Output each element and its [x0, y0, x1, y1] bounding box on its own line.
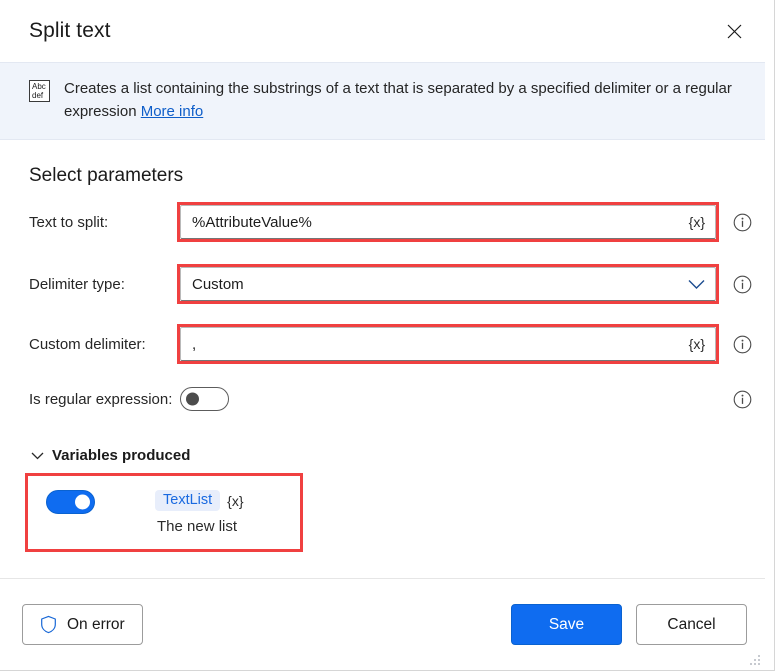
info-icon-custom-delimiter[interactable]	[733, 335, 752, 354]
highlight-box-text-to-split: %AttributeValue% {x}	[180, 205, 716, 239]
close-icon[interactable]	[712, 11, 756, 51]
cancel-button-label: Cancel	[667, 616, 715, 634]
info-icon-is-regular-expression[interactable]	[733, 390, 752, 409]
split-text-dialog: Split text Abc def Creates a list contai…	[0, 0, 775, 671]
param-row-is-regular-expression: Is regular expression:	[29, 387, 765, 411]
input-custom-delimiter-value: ,	[192, 336, 683, 353]
variable-name-row: TextList {x}	[155, 490, 244, 511]
chevron-down-icon[interactable]	[688, 279, 705, 290]
dialog-footer: On error Save Cancel	[0, 578, 765, 670]
toggle-variable-textlist[interactable]	[46, 490, 95, 514]
label-custom-delimiter: Custom delimiter:	[29, 336, 180, 353]
page-title: Split text	[29, 19, 712, 43]
variables-produced-header[interactable]: Variables produced	[31, 447, 765, 464]
description-text-wrap: Creates a list containing the substrings…	[64, 77, 741, 123]
chevron-down-icon-variables-produced[interactable]	[31, 452, 44, 460]
variables-produced-label: Variables produced	[52, 447, 190, 464]
highlight-box-custom-delimiter: , {x}	[180, 327, 716, 361]
dialog-titlebar: Split text	[0, 0, 774, 62]
label-is-regular-expression: Is regular expression:	[29, 391, 180, 408]
variable-details: TextList {x} The new list	[155, 490, 244, 535]
highlight-box-variables-produced: TextList {x} The new list	[28, 476, 300, 549]
variable-picker-icon-textlist[interactable]: {x}	[227, 493, 243, 509]
select-delimiter-type[interactable]: Custom	[180, 267, 716, 301]
on-error-button-label: On error	[67, 616, 125, 634]
label-delimiter-type: Delimiter type:	[29, 276, 180, 293]
save-button[interactable]: Save	[511, 604, 622, 645]
input-custom-delimiter[interactable]: , {x}	[180, 327, 716, 361]
abc-def-text-icon: Abc def	[29, 80, 50, 102]
dialog-body: Select parameters Text to split: %Attrib…	[0, 140, 774, 578]
variable-description: The new list	[157, 518, 237, 535]
input-text-to-split[interactable]: %AttributeValue% {x}	[180, 205, 716, 239]
shield-icon	[40, 615, 57, 634]
cancel-button[interactable]: Cancel	[636, 604, 747, 645]
toggle-is-regular-expression[interactable]	[180, 387, 229, 411]
section-title-select-parameters: Select parameters	[29, 165, 765, 187]
select-delimiter-type-value: Custom	[192, 276, 688, 293]
variable-name-chip[interactable]: TextList	[155, 490, 220, 511]
variable-picker-icon-custom-delimiter[interactable]: {x}	[683, 336, 705, 352]
highlight-box-delimiter-type: Custom	[180, 267, 716, 301]
resize-grip[interactable]	[748, 654, 761, 667]
variable-picker-icon-text-to-split[interactable]: {x}	[683, 214, 705, 230]
abc-def-icon-line1: Abc	[32, 82, 49, 91]
param-row-text-to-split: Text to split: %AttributeValue% {x}	[29, 205, 765, 239]
field-is-regular-expression	[180, 387, 716, 411]
save-button-label: Save	[549, 616, 584, 634]
input-text-to-split-value: %AttributeValue%	[192, 214, 683, 231]
on-error-button[interactable]: On error	[22, 604, 143, 645]
abc-def-icon-line2: def	[32, 91, 49, 100]
label-text-to-split: Text to split:	[29, 214, 180, 231]
param-row-delimiter-type: Delimiter type: Custom	[29, 267, 765, 301]
info-icon-delimiter-type[interactable]	[733, 275, 752, 294]
description-banner: Abc def Creates a list containing the su…	[0, 62, 765, 140]
param-row-custom-delimiter: Custom delimiter: , {x}	[29, 327, 765, 361]
more-info-link[interactable]: More info	[141, 103, 204, 120]
info-icon-text-to-split[interactable]	[733, 213, 752, 232]
